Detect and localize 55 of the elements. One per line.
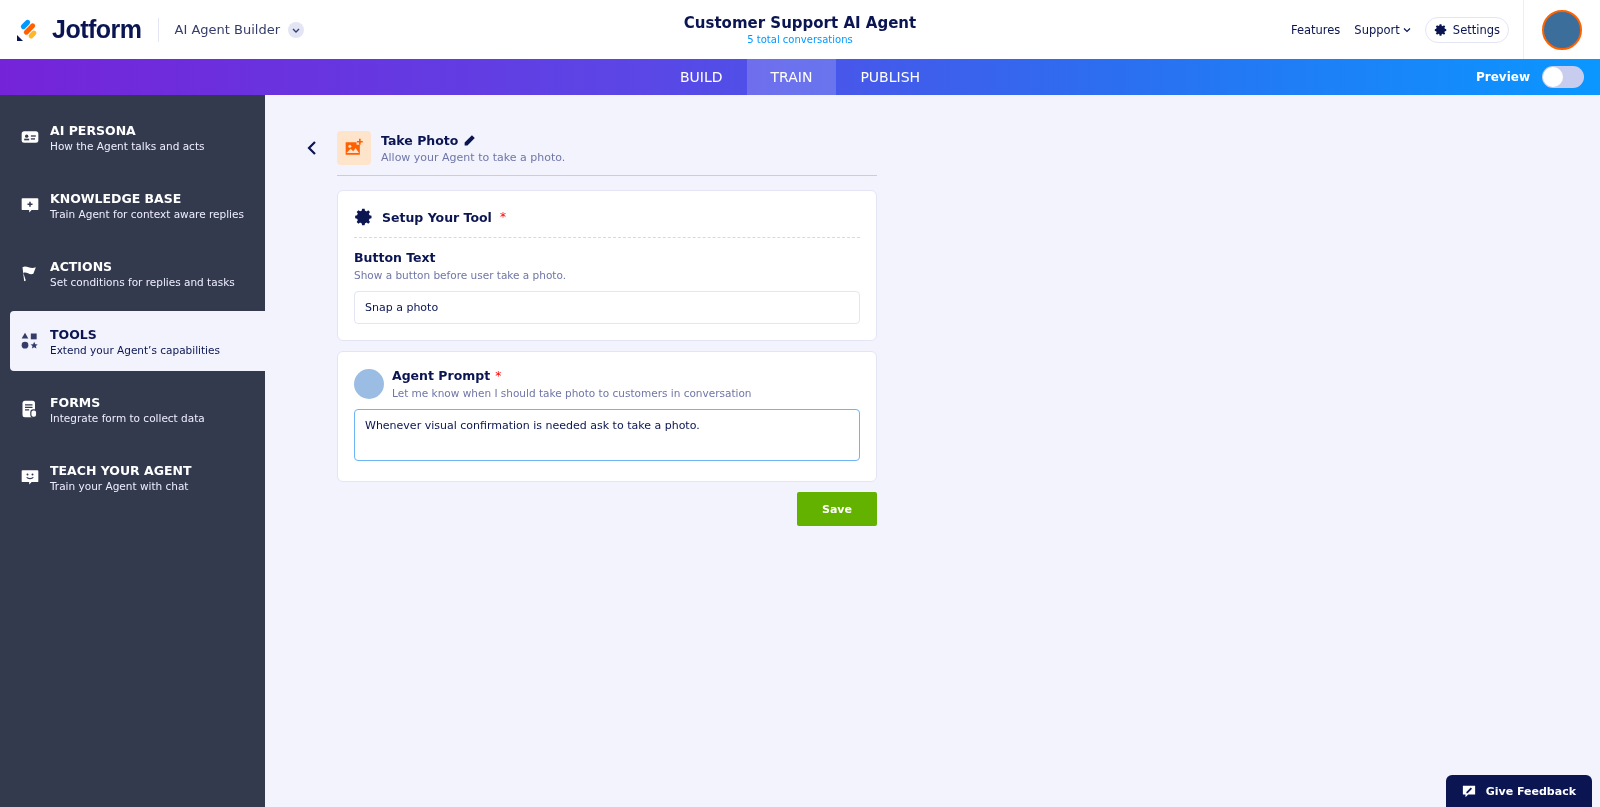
item-description: Integrate form to collect data — [50, 411, 205, 424]
tool-description: Allow your Agent to take a photo. — [381, 150, 566, 164]
nav-link[interactable]: Support — [1354, 22, 1411, 37]
image-plus-icon — [344, 138, 364, 158]
sidebar-item[interactable]: TOOLS Extend your Agent’s capabilities — [10, 311, 265, 371]
preview-toggle[interactable] — [1542, 66, 1584, 88]
item-title: TEACH YOUR AGENT — [50, 462, 192, 478]
card-title: Setup Your Tool — [382, 209, 492, 225]
user-avatar[interactable] — [1542, 9, 1582, 50]
card-title: Agent Prompt — [392, 368, 491, 383]
item-description: How the Agent talks and acts — [50, 139, 205, 152]
shapes-icon — [20, 331, 40, 351]
item-description: Train your Agent with chat — [50, 479, 190, 492]
item-title: ACTIONS — [50, 258, 114, 274]
agent-avatar — [354, 368, 384, 399]
tool-title: Take Photo — [381, 132, 459, 148]
chat-plus-icon — [20, 195, 40, 215]
agent-prompt-field[interactable]: Whenever visual confirmation is needed ask to take a photo. — [354, 409, 860, 461]
gear-icon — [354, 207, 374, 227]
tab[interactable]: BUILD — [655, 59, 747, 95]
sidebar-item[interactable]: ACTIONS Set conditions for replies and tasks — [10, 243, 265, 303]
field-hint: Let me know when I should take photo to customers in conversation — [392, 387, 752, 399]
pencil-icon — [463, 133, 477, 147]
preview-label: Preview — [1476, 70, 1530, 84]
item-title: KNOWLEDGE BASE — [50, 190, 183, 206]
item-description: Extend your Agent’s capabilities — [50, 343, 220, 356]
sidebar-item[interactable]: KNOWLEDGE BASE Train Agent for context aware replies — [10, 175, 265, 235]
settings-button[interactable]: Settings — [1424, 16, 1509, 43]
smile-chat-icon — [20, 467, 40, 487]
brand-name[interactable]: Jotform — [52, 15, 142, 44]
item-title: TOOLS — [50, 326, 98, 342]
chevron-down-icon — [288, 21, 304, 38]
required-mark: * — [495, 368, 502, 383]
agent-title: Customer Support AI Agent — [683, 14, 917, 32]
sidebar-item[interactable]: TEACH YOUR AGENT Train your Agent with chat — [10, 447, 265, 507]
field-hint: Show a button before user take a photo. — [354, 269, 568, 281]
sidebar-item[interactable]: FORMS Integrate form to collect data — [10, 379, 265, 439]
item-title: AI PERSONA — [50, 122, 137, 138]
item-title: FORMS — [50, 394, 102, 410]
item-description: Train Agent for context aware replies — [50, 207, 244, 220]
feedback-chat-icon — [1461, 784, 1476, 798]
sidebar-item[interactable]: AI PERSONA How the Agent talks and acts — [10, 107, 265, 167]
form-document-icon — [20, 399, 40, 419]
tab[interactable]: TRAIN — [746, 59, 837, 95]
item-description: Set conditions for replies and tasks — [50, 275, 235, 288]
tab[interactable]: PUBLISH — [836, 59, 945, 95]
button-text-field[interactable]: Snap a photo — [354, 291, 860, 324]
chevron-left-icon — [307, 140, 317, 156]
required-mark: * — [499, 210, 506, 224]
feedback-button[interactable]: Give Feedback — [1445, 775, 1592, 807]
product-name: AI Agent Builder — [174, 22, 280, 37]
chevron-down-icon — [1402, 25, 1411, 34]
field-label: Button Text — [354, 250, 437, 265]
nav-link[interactable]: Features — [1290, 22, 1341, 37]
gear-icon — [1433, 22, 1448, 37]
